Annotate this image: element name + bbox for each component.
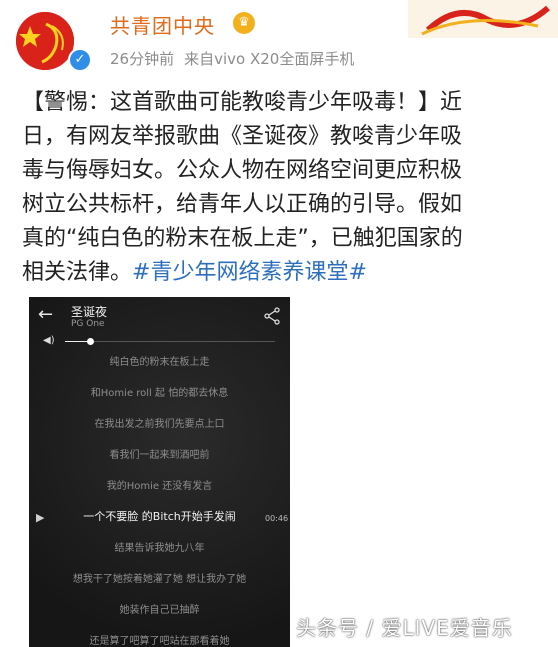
flag-logo-icon [16,12,74,70]
volume-knob[interactable] [87,338,95,345]
post-body-line: 相关法律。#青少年网络素养课堂# [22,256,547,290]
post-body: 【警惕：这首歌曲可能教唆青少年吸毒！】近 日，有网友举报歌曲《圣诞夜》教唆青少年… [22,86,547,290]
post-body-line: 真的“纯白色的粉末在板上走”，已触犯国家的 [22,226,463,251]
music-player-screenshot[interactable]: ← 圣诞夜 PG One ◀) 纯白色的粉末在板上走 和Homie roll 起 … [29,297,290,647]
lyric-line[interactable]: 看我们一起来到酒吧前 [29,446,290,461]
post-time[interactable]: 26分钟前 [110,50,174,68]
lyric-line[interactable]: 还是算了吧算了吧站在那看着她 [29,632,290,647]
post-body-line: 【警惕：这首歌曲可能教唆青少年吸毒！】近 [22,90,463,115]
lyric-line[interactable]: 想我干了她按着她灌了她 想让我办了她 [29,570,290,585]
post-body-line: 树立公共标杆，给青年人以正确的引导。假如 [22,192,463,217]
verified-icon: ✓ [68,48,92,72]
volume-slider[interactable]: ◀) [29,335,290,347]
lyric-line-current[interactable]: 一个不要脸 的Bitch开始手发闹 [29,508,290,524]
post-header: ✓ 共青团中央 ♛ 26分钟前 来自vivo X20全面屏手机 [0,0,558,84]
player-topbar: ← 圣诞夜 PG One [29,297,290,333]
decoration-banner-icon [408,0,558,38]
lyric-line[interactable]: 她装作自己已抽醉 [29,601,290,616]
lyric-line[interactable]: 我的Homie 还没有发言 [29,477,290,492]
lyric-line[interactable]: 纯白色的粉末在板上走 [29,353,290,368]
watermark: 头条号 / 爱LIVE爱音乐 [296,616,513,640]
lyric-line[interactable]: 和Homie roll 起 怕的都去休息 [29,384,290,399]
post-body-line: 日，有网友举报歌曲《圣诞夜》教唆青少年吸 [22,124,463,149]
post-body-text: 相关法律。 [22,260,133,285]
back-arrow-icon[interactable]: ← [38,305,58,325]
play-icon[interactable]: ▶ [36,511,44,524]
avatar[interactable] [16,12,74,70]
lyric-line[interactable]: 结果告诉我她九八年 [29,539,290,554]
volume-track[interactable] [65,338,275,345]
post-meta: 26分钟前 来自vivo X20全面屏手机 [110,48,364,69]
current-time: 00:46 [265,514,289,523]
hashtag-link[interactable]: #青少年网络素养课堂# [132,260,367,285]
song-title: 圣诞夜 [71,305,108,319]
author-name[interactable]: 共青团中央 [110,10,215,39]
post-source[interactable]: 来自vivo X20全面屏手机 [184,50,354,68]
share-icon[interactable] [263,307,281,325]
vip-badge-icon[interactable]: ♛ [233,12,255,34]
lyric-line[interactable]: 在我出发之前我们先要点上口 [29,415,290,430]
song-artist: PG One [71,319,105,329]
post-body-line: 毒与侮辱妇女。公众人物在网络空间更应积极 [22,158,463,183]
volume-icon: ◀) [43,335,55,346]
